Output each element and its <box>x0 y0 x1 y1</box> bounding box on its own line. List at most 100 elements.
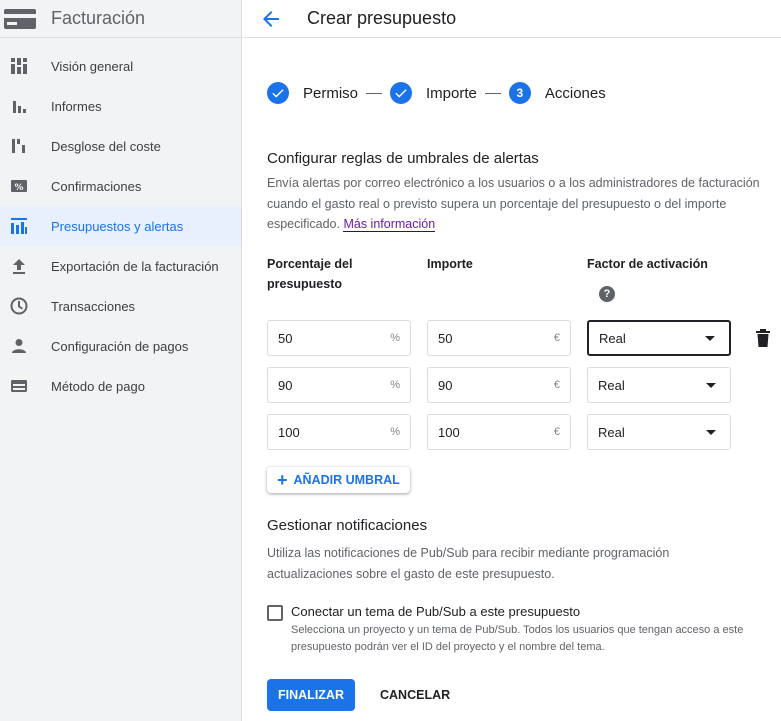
dropdown-arrow-icon <box>705 335 715 341</box>
trigger-select[interactable]: Real <box>587 320 731 356</box>
main-panel: Crear presupuesto Permiso Importe 3 Acci… <box>243 0 781 721</box>
sidebar-item-overview[interactable]: Visión general <box>0 46 241 86</box>
step-permission[interactable]: Permiso <box>267 82 358 104</box>
sidebar-item-cost-breakdown[interactable]: Desglose del coste <box>0 126 241 166</box>
step-amount[interactable]: Importe <box>390 82 477 104</box>
amount-input[interactable]: 90 € <box>427 367 571 403</box>
column-header-line: Porcentaje del <box>267 257 353 271</box>
section-description: Envía alertas por correo electrónico a l… <box>267 173 777 235</box>
billing-logo-icon <box>4 8 36 29</box>
column-header-amount: Importe <box>427 257 473 271</box>
amount-unit: € <box>553 332 560 344</box>
pubsub-checkbox-label[interactable]: Conectar un tema de Pub/Sub a este presu… <box>291 604 580 619</box>
amount-input[interactable]: 50 € <box>427 320 571 356</box>
sidebar-item-billing-export[interactable]: Exportación de la facturación <box>0 246 241 286</box>
step-label: Permiso <box>303 84 359 102</box>
step-connector <box>484 92 501 94</box>
amount-input[interactable]: 100 € <box>427 414 571 450</box>
section-title: Gestionar notificaciones <box>267 517 428 534</box>
section-title: Configurar reglas de umbrales de alertas <box>267 150 539 167</box>
threshold-section: Configurar reglas de umbrales de alertas… <box>267 150 777 235</box>
step-label: Acciones <box>544 84 606 102</box>
sidebar-item-label: Exportación de la facturación <box>51 258 219 274</box>
sidebar-item-payment-method[interactable]: Método de pago <box>0 366 241 406</box>
pubsub-checkbox-help: Selecciona un proyecto y un tema de Pub/… <box>291 624 744 653</box>
notifications-section: Gestionar notificaciones Utiliza las not… <box>267 517 737 584</box>
add-threshold-label: AÑADIR UMBRAL <box>293 473 400 487</box>
step-actions[interactable]: 3 Acciones <box>508 82 606 104</box>
person-icon <box>11 339 26 353</box>
sidebar-item-label: Informes <box>51 98 102 114</box>
trigger-value: Real <box>598 377 625 393</box>
sidebar-item-label: Configuración de pagos <box>51 338 189 354</box>
description-text: Envía alertas por correo electrónico a l… <box>267 176 760 231</box>
credit-card-icon <box>10 380 27 392</box>
sidebar-item-label: Confirmaciones <box>51 178 142 194</box>
step-label: Importe <box>426 84 477 102</box>
delete-icon[interactable] <box>755 329 771 347</box>
plus-icon: + <box>277 470 288 490</box>
amount-unit: € <box>553 379 560 391</box>
column-header-trigger: Factor de activación <box>587 257 708 271</box>
column-header-line: presupuesto <box>267 277 343 291</box>
bar-chart-icon <box>12 101 26 113</box>
add-threshold-button[interactable]: + AÑADIR UMBRAL <box>267 467 410 493</box>
check-icon <box>267 82 289 104</box>
sidebar-item-reports[interactable]: Informes <box>0 86 241 126</box>
sidebar-header: Facturación <box>0 0 241 38</box>
sidebar-item-label: Transacciones <box>51 298 136 314</box>
percent-input[interactable]: 100 % <box>267 414 411 450</box>
stepper: Permiso Importe 3 Acciones <box>267 82 606 104</box>
sidebar-item-label: Presupuestos y alertas <box>51 218 184 234</box>
sidebar: Facturación Visión general Informes Desg… <box>0 0 242 721</box>
sidebar-item-label: Desglose del coste <box>51 138 161 154</box>
sidebar-item-commitments[interactable]: % Confirmaciones <box>0 166 241 206</box>
cost-breakdown-icon <box>11 139 25 153</box>
trigger-select[interactable]: Real <box>587 414 731 450</box>
percent-unit: % <box>390 426 400 438</box>
page-header: Crear presupuesto <box>243 0 781 38</box>
sidebar-item-payment-settings[interactable]: Configuración de pagos <box>0 326 241 366</box>
cancel-button[interactable]: CANCELAR <box>368 679 462 711</box>
upload-icon <box>12 259 25 274</box>
sidebar-item-label: Visión general <box>51 58 134 74</box>
percent-input[interactable]: 50 % <box>267 320 411 356</box>
section-description: Utiliza las notificaciones de Pub/Sub pa… <box>267 546 670 581</box>
sidebar-nav: Visión general Informes Desglose del cos… <box>0 46 241 406</box>
clock-icon <box>10 297 27 315</box>
budget-icon <box>10 218 27 234</box>
sidebar-item-label: Método de pago <box>51 378 145 394</box>
trigger-value: Real <box>599 330 626 346</box>
sidebar-item-budgets[interactable]: Presupuestos y alertas <box>0 206 241 246</box>
amount-unit: € <box>553 426 560 438</box>
step-number: 3 <box>508 82 531 104</box>
percent-value: 100 <box>278 424 300 440</box>
billing-page: Facturación Visión general Informes Desg… <box>0 0 781 721</box>
percent-value: 90 <box>278 377 293 393</box>
page-title: Crear presupuesto <box>307 8 457 28</box>
trigger-select[interactable]: Real <box>587 367 731 403</box>
back-arrow-icon[interactable] <box>261 9 281 29</box>
percent-input[interactable]: 90 % <box>267 367 411 403</box>
pubsub-checkbox[interactable] <box>267 605 283 621</box>
column-header-percent: Porcentaje del presupuesto <box>267 254 352 294</box>
dropdown-arrow-icon <box>706 382 716 388</box>
amount-value: 50 <box>438 330 453 346</box>
percent-icon: % <box>10 180 27 193</box>
svg-text:%: % <box>14 183 23 193</box>
learn-more-link[interactable]: Más información <box>343 217 436 232</box>
sidebar-item-transactions[interactable]: Transacciones <box>0 286 241 326</box>
percent-value: 50 <box>278 330 293 346</box>
amount-value: 100 <box>438 424 460 440</box>
check-icon <box>390 82 413 104</box>
percent-unit: % <box>390 332 400 344</box>
help-icon[interactable]: ? <box>599 286 615 302</box>
dropdown-arrow-icon <box>706 429 716 435</box>
finish-button[interactable]: FINALIZAR <box>267 679 355 711</box>
percent-unit: % <box>390 379 400 391</box>
trigger-value: Real <box>598 424 625 440</box>
sidebar-title: Facturación <box>51 8 146 28</box>
amount-value: 90 <box>438 377 453 393</box>
step-connector <box>366 92 383 94</box>
dashboard-icon <box>10 58 27 74</box>
